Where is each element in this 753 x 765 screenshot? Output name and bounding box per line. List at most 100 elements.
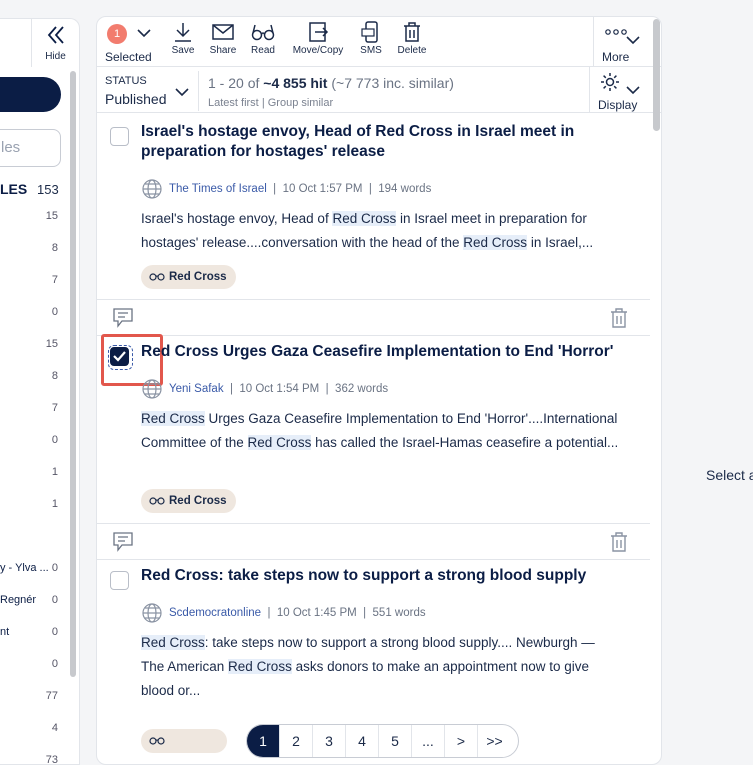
trash-icon[interactable] (609, 531, 629, 553)
filter-row[interactable]: 1 (0, 498, 62, 516)
selected-count-badge[interactable]: 1 (107, 24, 127, 44)
chevron-down-icon (175, 88, 189, 97)
glasses-icon (149, 273, 165, 281)
hit-count: 1 - 20 of ~4 855 hit (~7 773 inc. simila… (208, 75, 454, 91)
filter-row-count: 1 (51, 466, 58, 478)
last-page-button[interactable]: >> (478, 725, 511, 757)
delete-button[interactable]: Delete (397, 21, 427, 56)
article-actions (97, 299, 650, 336)
comment-icon[interactable] (112, 307, 134, 329)
page-button[interactable]: 2 (280, 725, 313, 757)
filter-row[interactable]: 15 (0, 210, 62, 228)
article-source[interactable]: Yeni Safak (169, 383, 224, 395)
save-button[interactable]: Save (171, 21, 195, 56)
filter-row-count: 0 (51, 434, 58, 446)
results-panel: 1 Selected Save Share Read Move/Copy SMS… (96, 16, 662, 765)
article-source[interactable]: Scdemocratonline (169, 607, 261, 619)
article-title[interactable]: Red Cross: take steps now to support a s… (141, 566, 621, 586)
keyword-highlight: Red Cross (228, 659, 292, 674)
article-date: 10 Oct 1:45 PM (276, 607, 357, 619)
selected-label: Selected (105, 50, 152, 64)
article-source[interactable]: The Times of Israel (169, 183, 267, 195)
page-current[interactable]: 1 (247, 725, 280, 757)
gear-icon (601, 73, 619, 91)
article-checkbox[interactable] (110, 571, 129, 590)
filter-row[interactable]: 8 (0, 370, 62, 388)
article-checkbox[interactable] (110, 127, 129, 146)
filter-row[interactable]: 15 (0, 338, 62, 356)
more-button[interactable]: More (593, 17, 651, 67)
keyword-highlight: Red Cross (332, 211, 397, 226)
filter-row[interactable]: 7 (0, 402, 62, 420)
next-page-button[interactable]: > (445, 725, 478, 757)
snippet-text: in Israel,... (527, 235, 594, 250)
snippet-text: has called the Israel-Hamas ceasefire a … (311, 435, 619, 450)
filter-heading-count: 153 (37, 182, 59, 197)
filter-row[interactable]: 73 (0, 754, 62, 764)
filter-row-count: 15 (45, 338, 58, 350)
article-title[interactable]: Israel's hostage envoy, Head of Red Cros… (141, 122, 621, 162)
topic-tag[interactable]: Red Cross (141, 489, 236, 513)
article-word-count: 362 words (335, 383, 389, 395)
double-chevron-left-icon (47, 26, 64, 44)
filter-row[interactable]: 0 (0, 658, 62, 676)
trash-icon[interactable] (609, 307, 629, 329)
sort-links: Latest first | Group similar (208, 97, 334, 109)
article-title[interactable]: Red Cross Urges Gaza Ceasefire Implement… (141, 342, 621, 362)
filter-row-count: 4 (51, 722, 58, 734)
status-row: STATUS Published 1 - 20 of ~4 855 hit (~… (97, 67, 661, 113)
filter-row-count: 0 (51, 658, 58, 670)
filter-row-count: 15 (45, 210, 58, 222)
filter-row[interactable]: 1 (0, 466, 62, 484)
filter-row[interactable]: 4 (0, 722, 62, 740)
snippet-text: Israel's hostage envoy, Head of (141, 211, 333, 226)
sms-button[interactable]: SMS (359, 21, 383, 56)
page-button[interactable]: 5 (379, 725, 412, 757)
keyword-highlight: Red Cross (247, 435, 312, 450)
filter-row-count: 0 (51, 306, 58, 318)
filter-row[interactable]: y - Ylva ... 0 (0, 562, 62, 580)
hide-panel-button[interactable]: Hide (31, 19, 79, 67)
filter-row-count: 7 (51, 402, 58, 414)
divider (198, 71, 199, 111)
chevron-down-icon[interactable] (137, 28, 151, 38)
article-date: 10 Oct 1:57 PM (282, 183, 363, 195)
glasses-icon (251, 24, 275, 41)
filter-row[interactable]: 7 (0, 274, 62, 292)
article-checkbox[interactable] (101, 334, 163, 386)
comment-icon[interactable] (112, 531, 134, 553)
filter-row[interactable]: Regnér 0 (0, 594, 62, 612)
page-button[interactable]: 4 (346, 725, 379, 757)
sort-latest-first[interactable]: Latest first (208, 97, 259, 109)
page-button[interactable]: ... (412, 725, 445, 757)
filter-input[interactable]: les (0, 129, 61, 167)
article-word-count: 551 words (372, 607, 426, 619)
group-similar[interactable]: Group similar (268, 97, 333, 109)
display-button[interactable]: Display (589, 67, 651, 113)
topic-tag[interactable] (141, 729, 227, 753)
results-scrollbar[interactable] (653, 19, 660, 131)
filter-row-count: 0 (51, 562, 58, 574)
topic-tag[interactable]: Red Cross (141, 265, 236, 289)
filter-row[interactable]: 77 (0, 690, 62, 708)
page-button[interactable]: 3 (313, 725, 346, 757)
phone-icon (361, 21, 378, 43)
filter-row-count: 0 (51, 594, 58, 606)
filter-row-count: 77 (45, 690, 58, 702)
move-copy-button[interactable]: Move/Copy (290, 21, 346, 56)
article-date: 10 Oct 1:54 PM (239, 383, 320, 395)
read-button[interactable]: Read (249, 21, 277, 56)
left-scrollbar[interactable] (70, 71, 76, 677)
share-button[interactable]: Share (207, 21, 239, 56)
filter-row[interactable]: 0 (0, 306, 62, 324)
filter-row-count: 8 (51, 242, 58, 254)
filter-row[interactable]: nt 0 (0, 626, 62, 644)
detail-placeholder-text: Select a (706, 467, 753, 483)
search-button[interactable] (0, 77, 61, 112)
filter-row[interactable]: 8 (0, 242, 62, 260)
globe-icon (142, 603, 162, 623)
filter-row-count: 8 (51, 370, 58, 382)
filter-row[interactable]: 0 (0, 434, 62, 452)
toolbar: 1 Selected Save Share Read Move/Copy SMS… (97, 17, 661, 67)
filter-row-count: 7 (51, 274, 58, 286)
